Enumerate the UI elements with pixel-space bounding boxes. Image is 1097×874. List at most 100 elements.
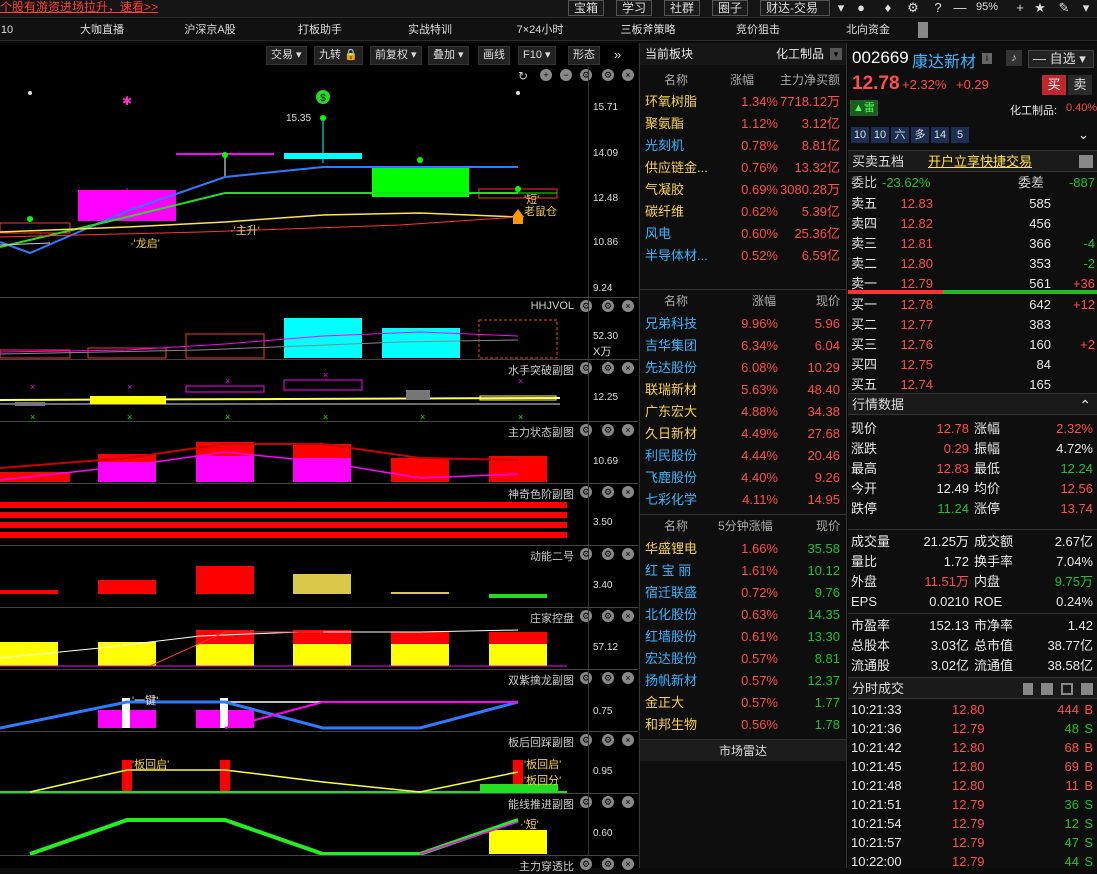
help-icon[interactable]: ? — [930, 0, 946, 16]
close-icon[interactable]: × — [622, 69, 634, 81]
treasure-button[interactable]: 宝箱 — [568, 0, 605, 16]
close-icon[interactable]: × — [622, 300, 634, 312]
nav-item[interactable]: 打板助手 — [272, 19, 368, 41]
list-item[interactable]: 气凝胶 0.69% 3080.28万 — [640, 179, 846, 201]
list-item[interactable]: 和邦生物 0.56% 1.78 — [640, 714, 846, 736]
draw-line-button[interactable]: 画线 — [478, 46, 510, 65]
sector-industry[interactable]: 化工制品 — [776, 43, 824, 65]
settings-icon[interactable]: ⚙ — [602, 69, 614, 81]
order-level[interactable]: 卖四 12.82 456 — [848, 214, 1097, 234]
edit-icon[interactable]: ✎ — [1056, 0, 1072, 16]
list-item[interactable]: 风电 0.60% 25.36亿 — [640, 223, 846, 245]
dropdown-icon[interactable]: ▾ — [830, 48, 842, 60]
list-item[interactable]: 光刻机 0.78% 8.81亿 — [640, 135, 846, 157]
circle-button[interactable]: 圈子 — [712, 0, 749, 16]
settings-icon[interactable]: ⚙ — [602, 486, 614, 498]
indicator-pane-hhjvol[interactable]: HHJVOL ⚙ ⚙ × 52.30 X万 — [0, 297, 638, 360]
zoom-in-icon[interactable]: + — [1012, 0, 1028, 16]
nav-item[interactable]: 7×24小时 — [492, 19, 588, 41]
adjust-menu[interactable]: 前复权 ▾ — [370, 46, 422, 65]
list-item[interactable]: 宿迁联盛 0.72% 9.76 — [640, 582, 846, 604]
order-level[interactable]: 买四 12.75 84 — [848, 355, 1097, 375]
open-account-link[interactable]: 开户立享快捷交易 — [928, 151, 1032, 173]
list-item[interactable]: 兄弟科技 9.96% 5.96 — [640, 313, 846, 335]
list-item[interactable]: 七彩化学 4.11% 14.95 — [640, 489, 846, 511]
nav-item[interactable]: 实战特训 — [382, 19, 478, 41]
close-icon[interactable]: × — [622, 796, 634, 808]
settings-icon[interactable]: ⚙ — [602, 300, 614, 312]
settings-icon[interactable]: ⚙ — [602, 362, 614, 374]
settings-icon[interactable]: ⚙ — [602, 548, 614, 560]
settings-icon[interactable]: ⚙ — [602, 424, 614, 436]
gear-icon[interactable] — [1081, 683, 1093, 695]
order-level[interactable]: 卖三 12.81 366 -4 — [848, 234, 1097, 254]
close-icon[interactable]: × — [622, 362, 634, 374]
overlay-menu[interactable]: 叠加 ▾ — [428, 46, 469, 65]
list-item[interactable]: 聚氨酯 1.12% 3.12亿 — [640, 113, 846, 135]
star-icon[interactable]: ★ — [1032, 0, 1048, 16]
order-level[interactable]: 买三 12.76 160 +2 — [848, 335, 1097, 355]
jiuzhuan-button[interactable]: 九转 🔒 — [314, 46, 363, 65]
order-level[interactable]: 卖二 12.80 353 -2 — [848, 254, 1097, 274]
settings-icon[interactable]: ⚙ — [602, 796, 614, 808]
list-item[interactable]: 扬帆新材 0.57% 12.37 — [640, 670, 846, 692]
bell-icon[interactable]: ♪ — [1006, 50, 1022, 66]
nav-item[interactable]: 10 — [0, 19, 14, 41]
order-level[interactable]: 卖五 12.83 585 — [848, 194, 1097, 214]
list-item[interactable]: 久日新材 4.49% 27.68 — [640, 423, 846, 445]
watchlist-toggle[interactable]: — 自选 ▾ — [1028, 50, 1094, 68]
stock-name[interactable]: 康达新材 — [912, 48, 976, 72]
nav-item[interactable]: 三板斧策略 — [600, 19, 696, 41]
community-button[interactable]: 社群 — [664, 0, 701, 16]
indicator-pane-zhuangjia[interactable]: 庄家控盘 ⚙ ⚙ × 57.12 — [0, 607, 638, 670]
indicator-pane-dongneng[interactable]: 动能二号 ⚙ ⚙ × 3.40 — [0, 545, 638, 608]
close-icon[interactable]: × — [622, 424, 634, 436]
indicator-pane-zhuli[interactable]: 主力状态副图 ⚙ ⚙ × 10.69 — [0, 421, 638, 484]
list-item[interactable]: 半导体材... 0.52% 6.59亿 — [640, 245, 846, 267]
gear-icon[interactable]: ⚙ — [580, 858, 592, 870]
settings-icon[interactable]: ⚙ — [602, 858, 614, 870]
zoom-out-icon[interactable]: — — [952, 0, 968, 16]
expand-icon[interactable]: ⌄ — [1078, 127, 1089, 143]
dropdown-arrow-icon[interactable]: ▾ — [833, 0, 849, 16]
list-item[interactable]: 红墙股份 0.61% 13.30 — [640, 626, 846, 648]
info-icon[interactable]: i — [982, 53, 992, 64]
f10-menu[interactable]: F10 ▾ — [518, 46, 556, 65]
indicator-pane-chuantou[interactable]: 主力穿透比 ⚙ ⚙ × — [0, 855, 638, 873]
list-item[interactable]: 联瑞新材 5.63% 48.40 — [640, 379, 846, 401]
trade-account-button[interactable]: 财达-交易 — [760, 0, 830, 16]
list-item[interactable]: 华盛锂电 1.66% 35.58 — [640, 538, 846, 560]
tag[interactable]: 14 — [931, 127, 949, 143]
order-level[interactable]: 买二 12.77 383 — [848, 315, 1097, 335]
close-icon[interactable]: × — [622, 486, 634, 498]
shirt-icon[interactable]: ♦ — [880, 0, 896, 16]
shape-button[interactable]: 形态 — [568, 46, 600, 65]
indicator-pane-nengxian[interactable]: 能线推进副图 ⚙ ⚙ × 0.60 ·'短' — [0, 793, 638, 856]
list-item[interactable]: 飞鹿股份 4.40% 9.26 — [640, 467, 846, 489]
calculator-icon[interactable] — [1079, 155, 1093, 168]
kline-pane[interactable]: ↻ + − ⚙ ⚙ × 15.71 14.09 12.48 10.86 9.24 — [0, 67, 638, 297]
list-item[interactable]: 利民股份 4.44% 20.46 — [640, 445, 846, 467]
list-item[interactable]: 供应链金... 0.76% 13.32亿 — [640, 157, 846, 179]
fullscreen-icon[interactable] — [1061, 683, 1073, 695]
promo-ticker[interactable]: 个股有游资进场拉升，速看>> — [0, 0, 158, 15]
indicator-pane-sejie[interactable]: 神奇色阶副图 ⚙ ⚙ × 3.50 — [0, 483, 638, 546]
sell-button[interactable]: 卖 — [1068, 75, 1092, 95]
list-item[interactable]: 广东宏大 4.88% 34.38 — [640, 401, 846, 423]
lei-badge[interactable]: ▲雷 — [850, 100, 878, 116]
indicator-pane-banhou[interactable]: 板后回踩副图 ⚙ ⚙ × 0.95 '板回启' '板回启' '板回分' — [0, 731, 638, 794]
settings-icon[interactable]: ⚙ — [602, 672, 614, 684]
close-icon[interactable]: × — [622, 610, 634, 622]
indicator-pane-shuishou[interactable]: 水手突破副图 ⚙ ⚙ × 12.25 × × × × × × × × × × × — [0, 359, 638, 422]
study-button[interactable]: 学习 — [616, 0, 653, 16]
close-icon[interactable]: × — [622, 548, 634, 560]
tag[interactable]: 六 — [891, 127, 909, 143]
tag[interactable]: 5 — [951, 127, 969, 143]
buy-button[interactable]: 买 — [1042, 75, 1066, 95]
settings-icon[interactable]: ⚙ — [602, 610, 614, 622]
tag[interactable]: 10 — [851, 127, 869, 143]
nav-item[interactable]: 竞价狙击 — [710, 19, 806, 41]
tag[interactable]: 多 — [911, 127, 929, 143]
close-icon[interactable]: × — [622, 672, 634, 684]
close-icon[interactable]: × — [622, 858, 634, 870]
